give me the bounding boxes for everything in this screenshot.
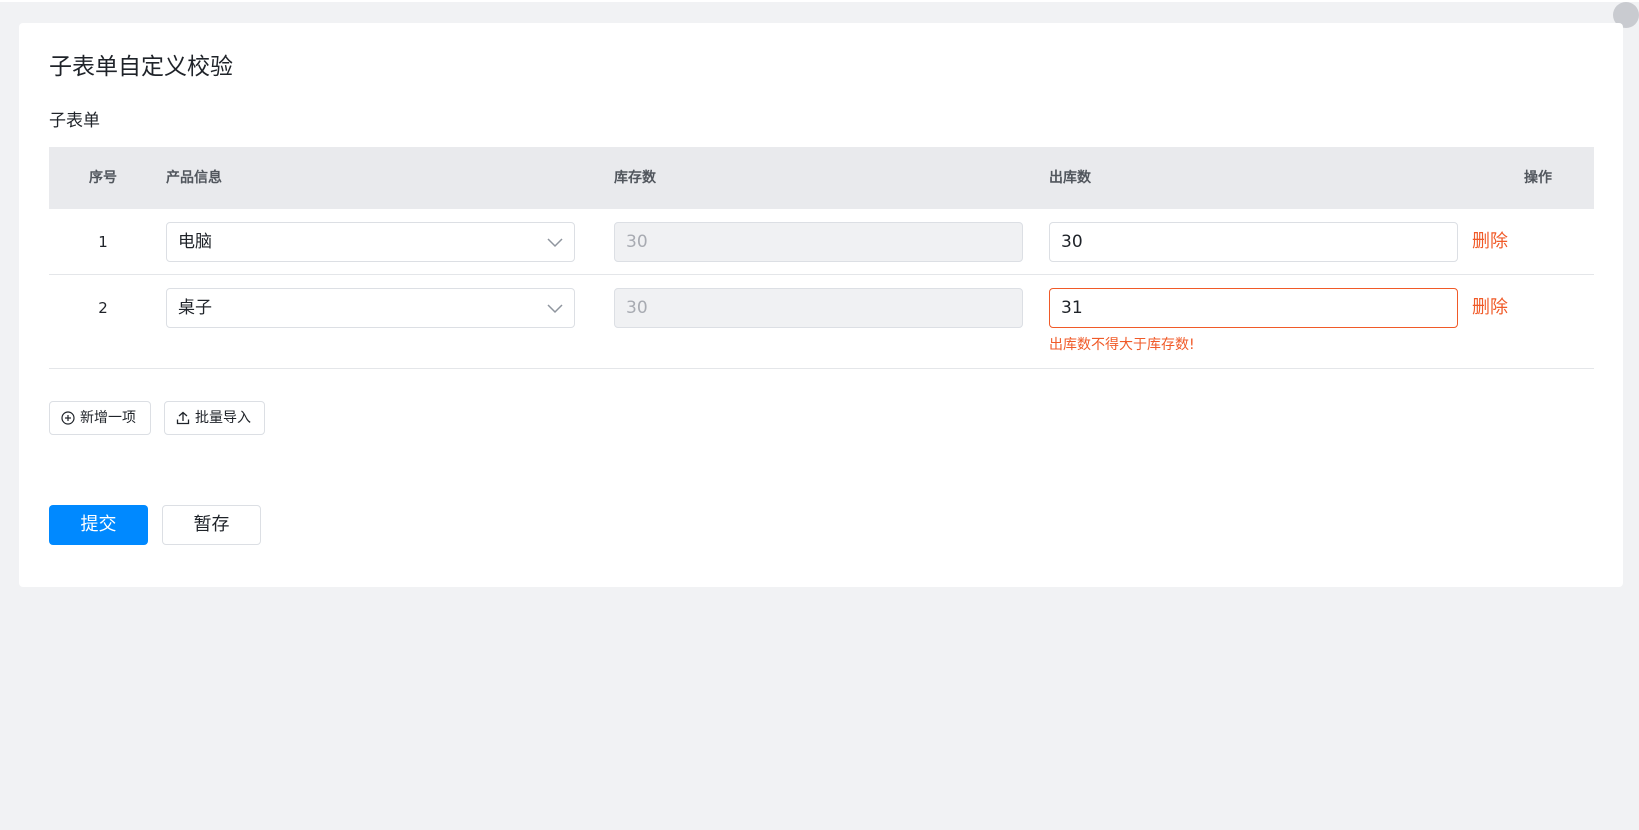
submit-button[interactable]: 提交 [49, 505, 148, 545]
product-select[interactable]: 桌子 [166, 288, 575, 328]
header-stock: 库存数 [614, 170, 656, 186]
header-index: 序号 [89, 170, 117, 186]
chevron-down-icon [547, 304, 563, 314]
page-title: 子表单自定义校验 [49, 54, 233, 80]
add-item-label: 新增一项 [80, 410, 136, 426]
plus-circle-icon [61, 411, 75, 425]
row-index: 1 [98, 233, 108, 251]
header-action: 操作 [1524, 170, 1552, 186]
batch-import-label: 批量导入 [195, 410, 251, 426]
top-strip [0, 0, 1639, 2]
save-draft-button[interactable]: 暂存 [162, 505, 261, 545]
subform-table: 序号 产品信息 库存数 出库数 操作 1 电脑 30 30 删除 2 桌子 30… [49, 147, 1594, 369]
product-select[interactable]: 电脑 [166, 222, 575, 262]
delete-row-link[interactable]: 删除 [1472, 275, 1508, 341]
subform-label: 子表单 [49, 111, 100, 131]
outbound-input[interactable]: 31 [1049, 288, 1458, 328]
validation-error: 出库数不得大于库存数! [1049, 337, 1195, 353]
stock-field: 30 [614, 288, 1023, 328]
table-row: 2 桌子 30 31 出库数不得大于库存数! 删除 [49, 275, 1594, 369]
form-card: 子表单自定义校验 子表单 序号 产品信息 库存数 出库数 操作 1 电脑 30 … [19, 23, 1623, 587]
table-header: 序号 产品信息 库存数 出库数 操作 [49, 147, 1594, 209]
stock-field: 30 [614, 222, 1023, 262]
batch-import-button[interactable]: 批量导入 [164, 401, 265, 435]
upload-icon [176, 411, 190, 425]
chevron-down-icon [547, 238, 563, 248]
row-index: 2 [98, 299, 108, 317]
header-product: 产品信息 [166, 170, 222, 186]
table-row: 1 电脑 30 30 删除 [49, 209, 1594, 275]
add-item-button[interactable]: 新增一项 [49, 401, 151, 435]
header-outbound: 出库数 [1049, 170, 1091, 186]
delete-row-link[interactable]: 删除 [1472, 209, 1508, 275]
product-select-value: 桌子 [178, 298, 212, 318]
outbound-input[interactable]: 30 [1049, 222, 1458, 262]
product-select-value: 电脑 [178, 232, 212, 252]
